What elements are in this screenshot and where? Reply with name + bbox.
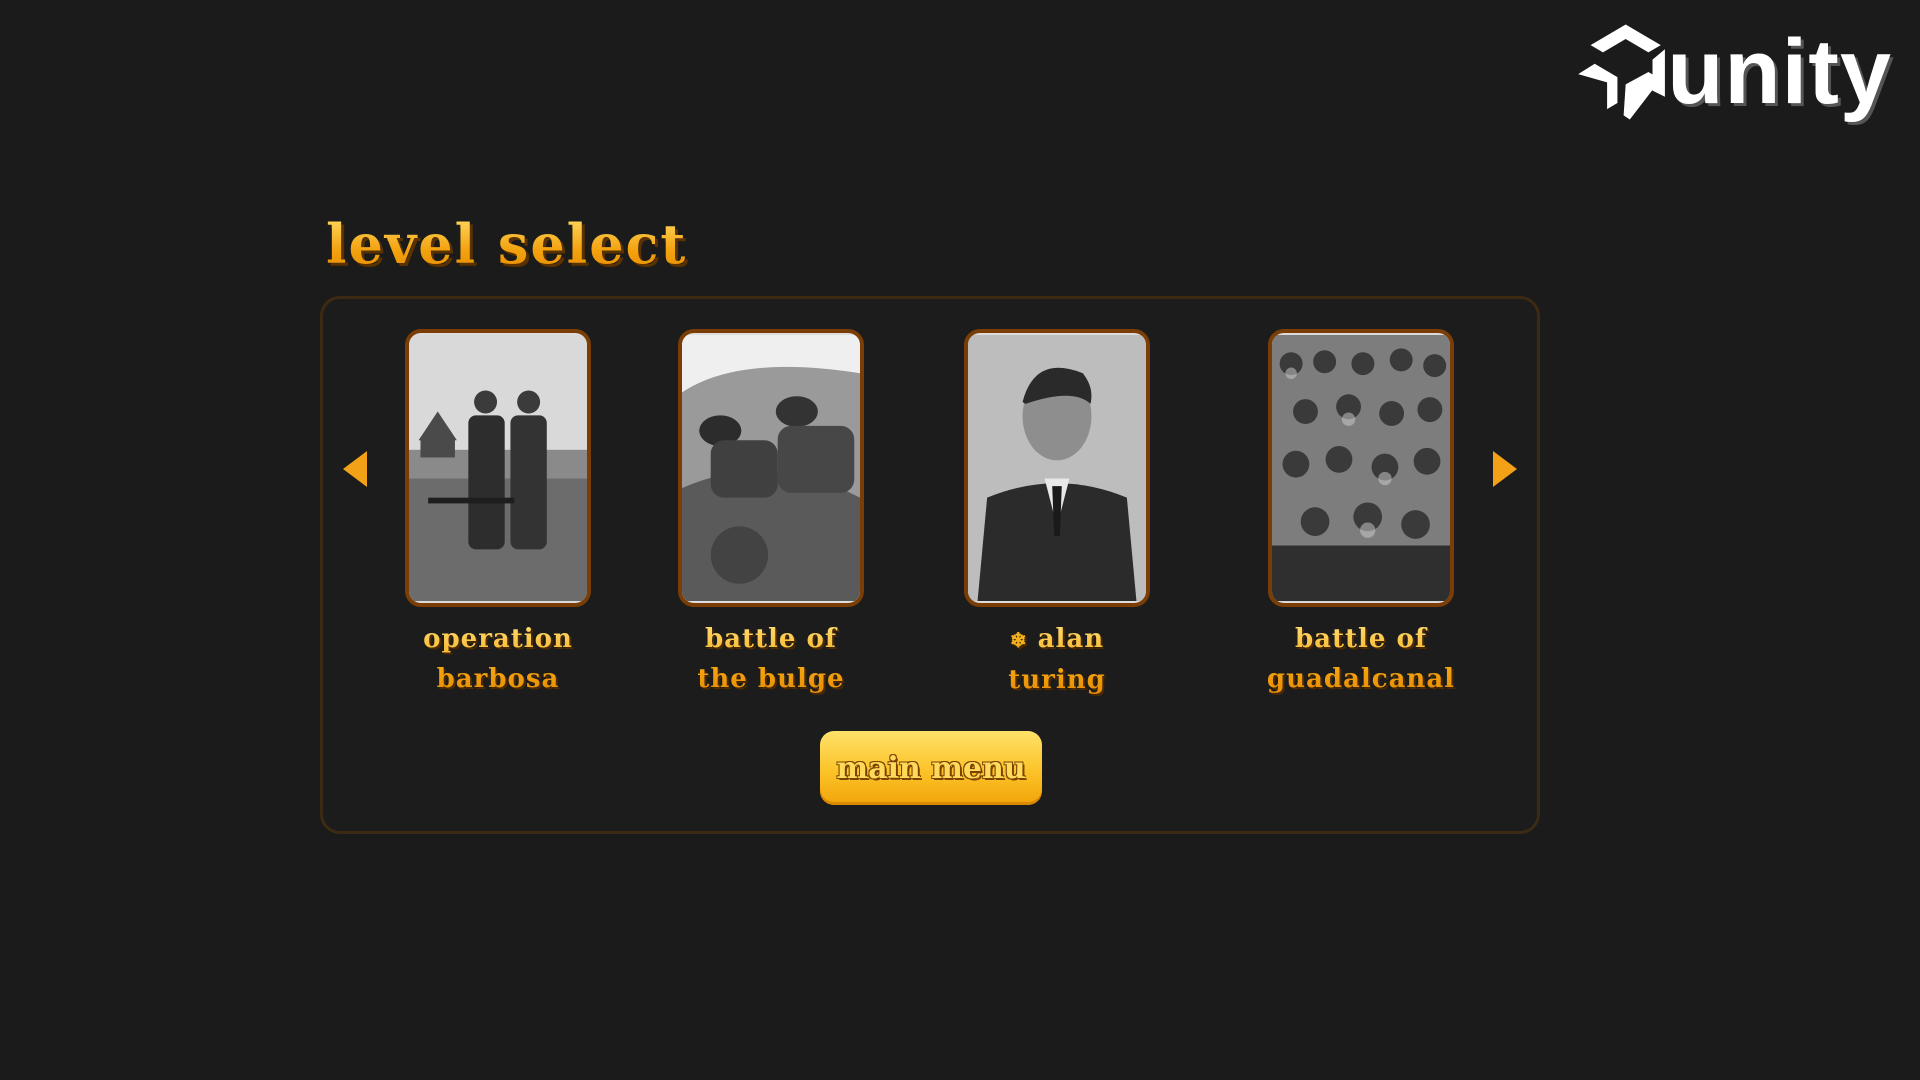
- trench-photo: [682, 334, 860, 602]
- lock-icon: ❄: [1009, 628, 1028, 652]
- level-label: ❄ alan turing: [962, 619, 1152, 700]
- arrow-right-icon[interactable]: [1493, 451, 1517, 487]
- soldiers-photo: [409, 334, 587, 602]
- arrow-left-icon[interactable]: [343, 451, 367, 487]
- page-title: level select: [326, 212, 688, 276]
- level-label: operation barbosa: [403, 619, 593, 699]
- unity-cube-icon: [1578, 24, 1665, 120]
- level-label: battle of the bulge: [676, 619, 866, 699]
- level-thumbnail: [964, 329, 1150, 607]
- level-thumbnail: [405, 329, 591, 607]
- troops-photo: [1272, 334, 1450, 602]
- level-label: battle of guadalcanal: [1266, 619, 1456, 699]
- unity-wordmark: unity: [1667, 21, 1892, 123]
- level-select-screen: unity level select operation barbosa bat…: [0, 0, 1920, 1080]
- level-panel: operation barbosa battle of the bulge ❄ …: [320, 296, 1540, 834]
- level-card-alan-turing[interactable]: ❄ alan turing: [962, 329, 1152, 700]
- level-card-battle-of-guadalcanal[interactable]: battle of guadalcanal: [1266, 329, 1456, 699]
- level-card-battle-of-the-bulge[interactable]: battle of the bulge: [676, 329, 866, 699]
- level-thumbnail: [1268, 329, 1454, 607]
- portrait-photo: [968, 334, 1146, 602]
- level-thumbnail: [678, 329, 864, 607]
- unity-logo: unity: [1572, 12, 1892, 132]
- main-menu-button[interactable]: main menu: [820, 731, 1042, 805]
- level-card-operation-barbosa[interactable]: operation barbosa: [403, 329, 593, 699]
